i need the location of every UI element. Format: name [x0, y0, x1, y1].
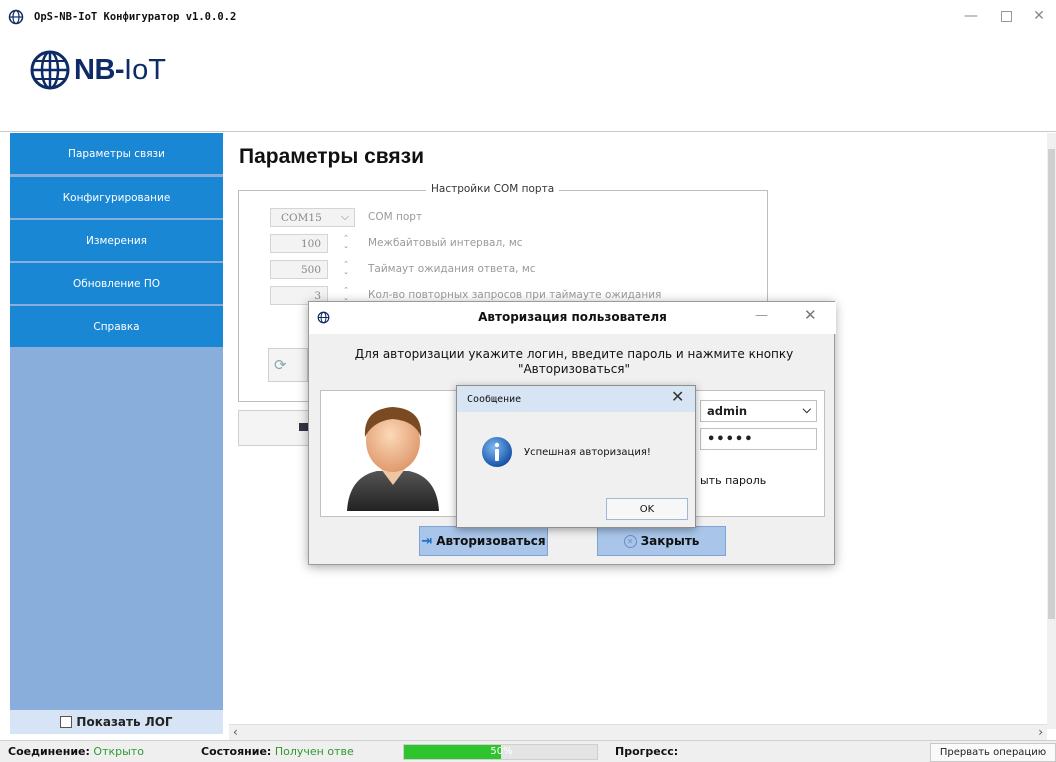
spinner-icon[interactable]: ⌃ ⌄: [340, 234, 352, 252]
window-title-bar: OpS-NB-IoT Конфигуратор v1.0.0.2 — ✕: [0, 0, 1056, 36]
logo-text-bold: NB-: [74, 53, 125, 86]
sidebar-item-help[interactable]: Справка: [10, 306, 223, 347]
scroll-left-icon[interactable]: ‹: [233, 725, 238, 739]
maximize-icon: [1000, 10, 1012, 22]
nb-iot-logo: NB- IoT: [30, 50, 166, 90]
minimize-icon[interactable]: —: [755, 308, 768, 323]
abort-operation-button[interactable]: Прервать операцию: [930, 743, 1056, 762]
scrollbar-thumb[interactable]: [1048, 149, 1055, 619]
authorize-button[interactable]: ⇥ Авторизоваться: [419, 526, 548, 556]
sidebar-item-label: Измерения: [86, 234, 147, 247]
close-icon[interactable]: ✕: [671, 387, 684, 406]
minimize-icon: —: [964, 8, 978, 24]
connection-value: Открыто: [93, 745, 144, 758]
retries-label: Кол-во повторных запросов при таймауте о…: [368, 289, 662, 301]
connection-status: Соединение: Открыто: [8, 745, 144, 758]
spinner-icon[interactable]: ⌃ ⌄: [340, 260, 352, 278]
close-circle-icon: ✕: [623, 534, 637, 548]
authorize-label: Авторизоваться: [436, 534, 546, 548]
app-globe-icon: [8, 9, 24, 25]
message-dialog: Сообщение ✕ Успешная авторизация! OK: [456, 385, 696, 528]
status-bar: Соединение: Открыто Состояние: Получен о…: [0, 740, 1056, 762]
globe-icon: [30, 50, 70, 90]
retries-value: 3: [314, 289, 321, 302]
open-button[interactable]: [238, 410, 310, 446]
horizontal-scrollbar[interactable]: ‹ ›: [229, 724, 1047, 740]
progress-label: Прогресс:: [615, 745, 678, 758]
chevron-down-icon: ⌵: [341, 211, 349, 223]
app-header: NB- IoT: [0, 36, 1056, 132]
sidebar: Параметры связи Конфигурирование Измерен…: [10, 133, 223, 710]
sidebar-item-label: Обновление ПО: [72, 277, 161, 290]
timeout-input[interactable]: 500: [270, 260, 328, 279]
state-status: Состояние: Получен отве: [201, 745, 354, 758]
logo-text: IoT: [124, 53, 166, 86]
timeout-label: Таймаут ожидания ответа, мс: [368, 263, 536, 275]
progress-text: 50%: [490, 746, 513, 757]
com-port-select[interactable]: COM15 ⌵: [270, 208, 355, 227]
chevron-down-icon: ⌵: [802, 403, 811, 416]
show-log-checkbox[interactable]: Показать ЛОГ: [10, 710, 223, 734]
scroll-right-icon[interactable]: ›: [1038, 725, 1043, 739]
info-icon: [482, 437, 512, 467]
timeout-value: 500: [300, 263, 321, 276]
close-window-button[interactable]: ✕: [1022, 4, 1056, 28]
auth-instructions: Для авторизации укажите логин, введите п…: [354, 347, 794, 376]
sidebar-item-configuration[interactable]: Конфигурирование: [10, 177, 223, 218]
login-icon: ⇥: [421, 533, 433, 549]
state-value: Получен отве: [274, 745, 354, 758]
login-value: admin: [707, 404, 748, 418]
maximize-button[interactable]: [989, 4, 1023, 28]
password-field[interactable]: •••••: [700, 428, 817, 450]
interbyte-value: 100: [300, 237, 321, 250]
connection-label: Соединение:: [8, 745, 90, 758]
state-label: Состояние:: [201, 745, 272, 758]
folder-icon: [299, 423, 308, 431]
message-dialog-title-bar: Сообщение ✕: [457, 386, 695, 412]
com-port-value: COM15: [281, 211, 322, 224]
show-password-label[interactable]: ыть пароль: [700, 474, 766, 487]
progress-label-text: Прогресс:: [615, 745, 679, 758]
refresh-button[interactable]: ⟳: [268, 348, 308, 382]
window-title: OpS-NB-IoT Конфигуратор v1.0.0.2: [34, 11, 237, 23]
interbyte-interval-input[interactable]: 100: [270, 234, 328, 253]
close-icon: ✕: [1033, 8, 1045, 24]
sidebar-item-firmware[interactable]: Обновление ПО: [10, 263, 223, 304]
ok-button[interactable]: OK: [606, 498, 688, 520]
show-log-label: Показать ЛОГ: [76, 715, 173, 729]
sidebar-item-label: Конфигурирование: [62, 191, 171, 204]
message-text: Успешная авторизация!: [524, 447, 651, 458]
com-settings-title: Настройки COM порта: [426, 183, 560, 195]
close-icon[interactable]: ✕: [804, 306, 817, 324]
sidebar-item-measurements[interactable]: Измерения: [10, 220, 223, 261]
user-avatar-icon: [347, 407, 439, 511]
login-select[interactable]: admin ⌵: [700, 400, 817, 422]
auth-dialog-title-bar: Авторизация пользователя — ✕: [309, 302, 836, 334]
close-label: Закрыть: [640, 534, 700, 548]
progress-bar: 50%: [403, 744, 598, 760]
checkbox-icon: [60, 716, 73, 728]
sidebar-item-connection[interactable]: Параметры связи: [10, 133, 223, 174]
minimize-button[interactable]: —: [954, 4, 988, 28]
sidebar-item-label: Параметры связи: [68, 147, 165, 160]
com-port-label: COM порт: [368, 211, 423, 223]
page-title: Параметры связи: [239, 145, 425, 168]
sidebar-item-label: Справка: [93, 320, 140, 333]
message-dialog-title: Сообщение: [467, 394, 522, 405]
password-value: •••••: [707, 431, 754, 447]
close-dialog-button[interactable]: ✕ Закрыть: [597, 526, 726, 556]
refresh-icon: ⟳: [274, 356, 287, 374]
vertical-scrollbar[interactable]: [1047, 133, 1056, 729]
interbyte-label: Межбайтовый интервал, мс: [368, 237, 523, 249]
